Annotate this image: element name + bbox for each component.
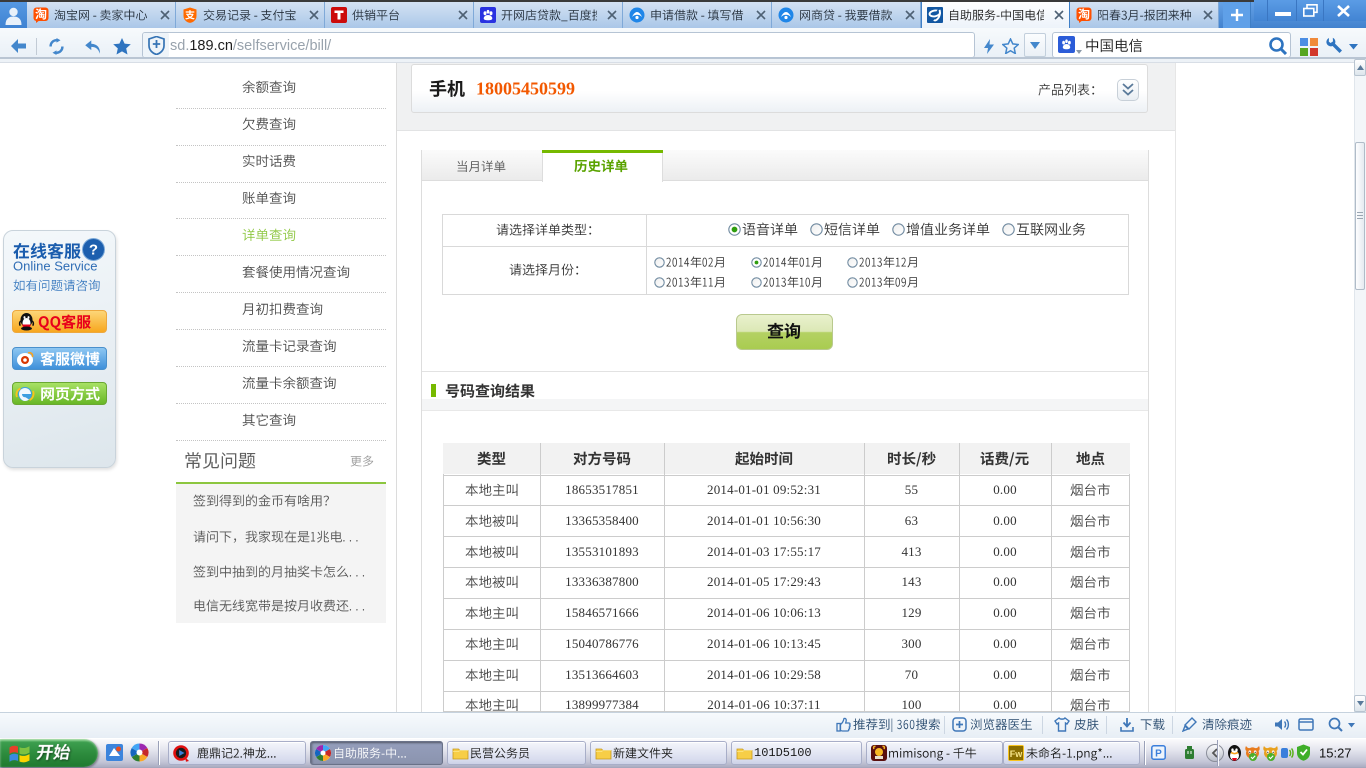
svg-text:P: P [1155,749,1162,760]
svg-text:?: ? [89,242,98,259]
svg-text:Fw: Fw [1010,749,1023,759]
